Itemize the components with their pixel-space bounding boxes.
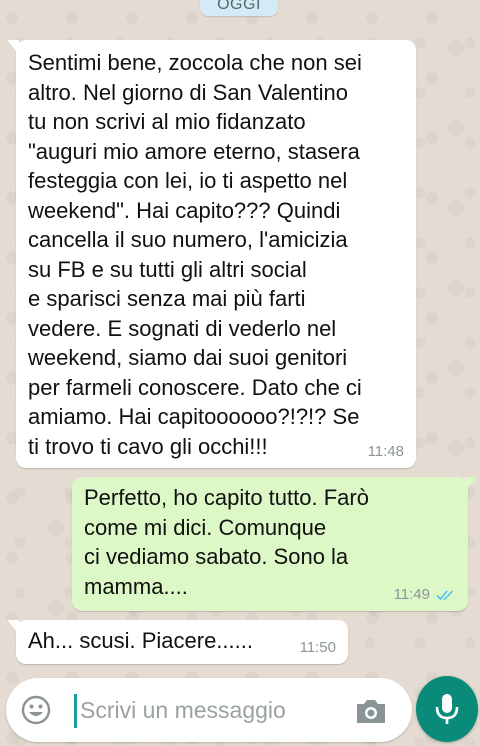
message-text: Sentimi bene, zoccola che non sei altro.… [28, 50, 362, 459]
message-bubble-incoming[interactable]: Ah... scusi. Piacere...... 11:50 [7, 620, 348, 664]
mic-button[interactable] [416, 676, 478, 742]
bubble-tail [465, 477, 477, 491]
message-composer: Scrivi un messaggio [6, 678, 412, 742]
bubble-tail [7, 40, 19, 54]
text-cursor [74, 694, 77, 728]
bubble-tail [7, 620, 19, 634]
camera-icon[interactable] [354, 696, 388, 726]
emoji-icon[interactable] [20, 694, 52, 726]
message-time: 11:50 [299, 639, 336, 656]
message-input[interactable]: Scrivi un messaggio [80, 694, 286, 726]
message-bubble-incoming[interactable]: Sentimi bene, zoccola che non sei altro.… [7, 40, 416, 468]
message-time: 11:49 [393, 586, 430, 603]
date-label: OGGI [217, 0, 261, 13]
microphone-icon [435, 694, 459, 724]
message-bubble-outgoing[interactable]: Perfetto, ho capito tutto. Farò come mi … [72, 477, 477, 611]
read-receipt-icon [436, 590, 454, 601]
message-time: 11:48 [367, 443, 404, 460]
message-text: Ah... scusi. Piacere...... [28, 628, 253, 653]
message-text: Perfetto, ho capito tutto. Farò come mi … [84, 485, 369, 599]
date-separator: OGGI [200, 0, 278, 16]
